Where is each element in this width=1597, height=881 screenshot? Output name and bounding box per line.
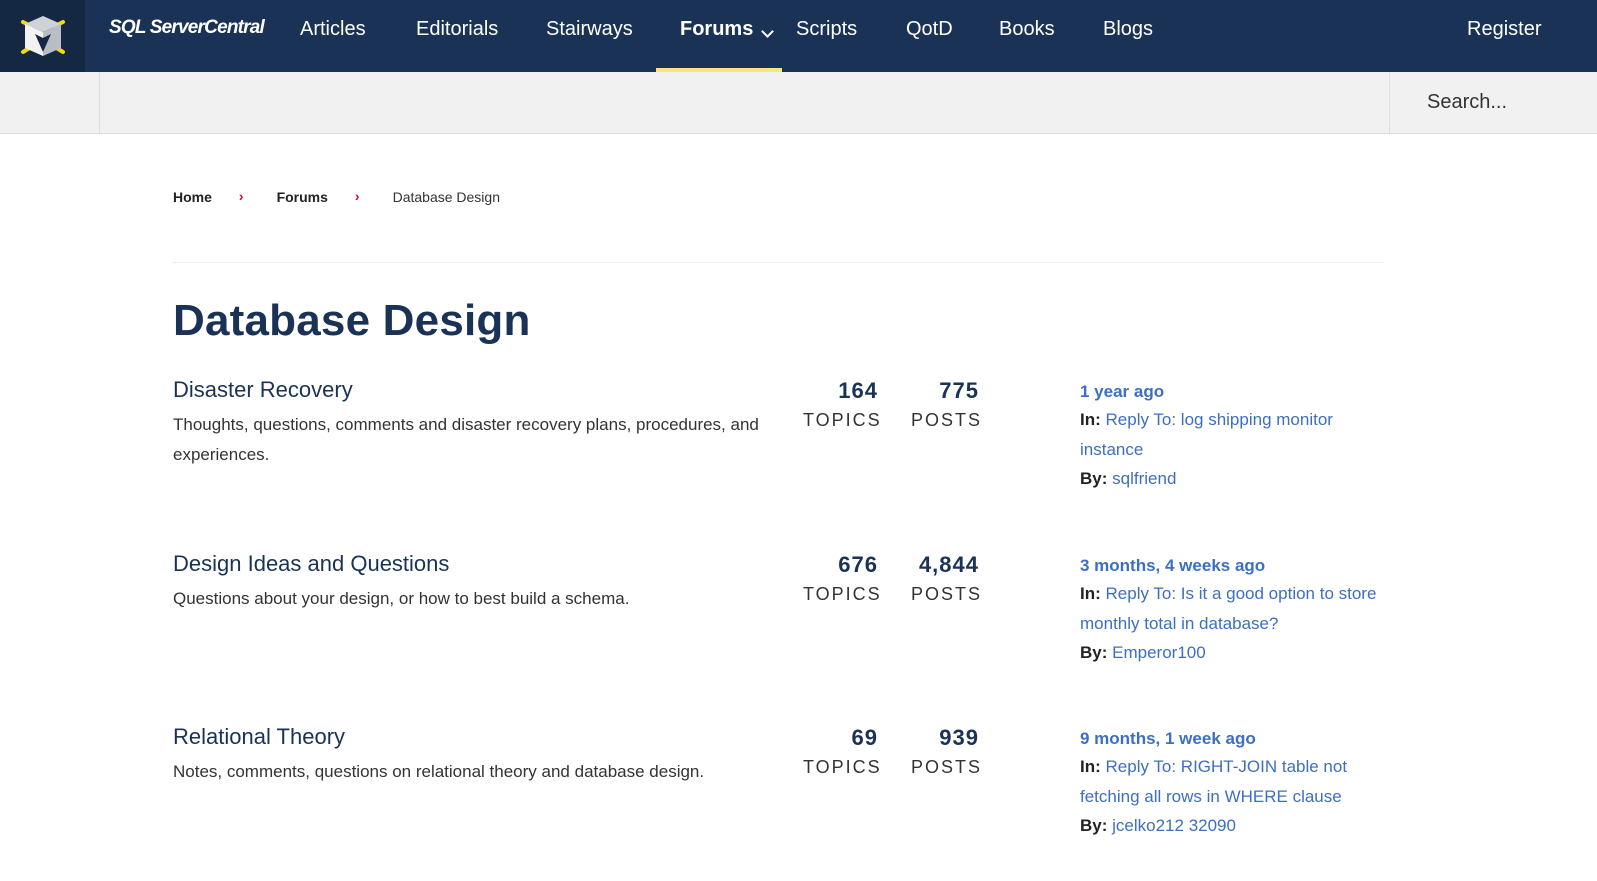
topics-label: TOPICS — [803, 584, 882, 604]
register-link[interactable]: Register — [1467, 0, 1541, 72]
chevron-down-icon — [761, 24, 775, 38]
last-post-author: By: jcelko212 32090 — [1080, 811, 1390, 841]
last-post-time-link[interactable]: 9 months, 1 week ago — [1080, 726, 1390, 752]
cube-logo-icon — [20, 16, 65, 56]
posts-label: POSTS — [911, 584, 983, 604]
last-post-topic: In: Reply To: Is it a good option to sto… — [1080, 579, 1390, 638]
topics-value: 69 — [851, 725, 878, 750]
search-cell[interactable] — [1389, 72, 1597, 133]
topics-label: TOPICS — [803, 757, 882, 777]
last-post: 3 months, 4 weeks ago In: Reply To: Is i… — [1080, 553, 1390, 668]
nav-forums[interactable]: Forums — [655, 0, 783, 72]
last-post-topic: In: Reply To: log shipping monitor insta… — [1080, 405, 1390, 464]
posts-value: 4,844 — [918, 552, 979, 577]
subbar-left-cell — [0, 72, 100, 133]
last-post-topic-link[interactable]: Reply To: Is it a good option to store m… — [1080, 584, 1376, 633]
last-post: 9 months, 1 week ago In: Reply To: RIGHT… — [1080, 726, 1390, 841]
last-post-author: By: sqlfriend — [1080, 464, 1390, 494]
in-label: In: — [1080, 584, 1101, 603]
forum-title-link[interactable]: Disaster Recovery — [173, 377, 353, 403]
forum-title-link[interactable]: Design Ideas and Questions — [173, 551, 449, 577]
divider — [172, 262, 1384, 263]
page-title: Database Design — [173, 296, 531, 345]
nav-qotd[interactable]: QotD — [906, 0, 953, 72]
topics-label: TOPICS — [803, 410, 882, 430]
last-post-author-link[interactable]: Emperor100 — [1112, 643, 1206, 662]
by-label: By: — [1080, 469, 1108, 488]
posts-count: 775 POSTS — [911, 377, 983, 431]
breadcrumb: Home › Forums › Database Design — [173, 188, 500, 205]
in-label: In: — [1080, 410, 1101, 429]
breadcrumb-home[interactable]: Home — [173, 189, 212, 205]
chevron-right-icon: › — [238, 188, 244, 204]
topics-count: 676 TOPICS — [803, 551, 882, 605]
nav-books[interactable]: Books — [999, 0, 1055, 72]
breadcrumb-forums[interactable]: Forums — [277, 189, 328, 205]
in-label: In: — [1080, 757, 1101, 776]
posts-label: POSTS — [911, 410, 983, 430]
posts-count: 939 POSTS — [911, 724, 983, 778]
top-navigation: SQL ServerCentral Articles Editorials St… — [0, 0, 1597, 72]
nav-editorials[interactable]: Editorials — [416, 0, 498, 72]
last-post-topic-link[interactable]: Reply To: log shipping monitor instance — [1080, 410, 1333, 459]
last-post-author-link[interactable]: sqlfriend — [1112, 469, 1176, 488]
last-post: 1 year ago In: Reply To: log shipping mo… — [1080, 379, 1390, 494]
site-brand[interactable]: SQL ServerCentral — [109, 17, 265, 39]
nav-articles[interactable]: Articles — [300, 0, 366, 72]
forum-title-link[interactable]: Relational Theory — [173, 724, 345, 750]
forum-description: Notes, comments, questions on relational… — [173, 762, 705, 781]
breadcrumb-current: Database Design — [392, 189, 500, 205]
search-bar — [0, 72, 1597, 134]
last-post-time-link[interactable]: 1 year ago — [1080, 379, 1390, 405]
last-post-author-link[interactable]: jcelko212 32090 — [1112, 816, 1236, 835]
nav-stairways[interactable]: Stairways — [546, 0, 633, 72]
search-input[interactable] — [1427, 91, 1587, 114]
nav-scripts[interactable]: Scripts — [796, 0, 857, 72]
by-label: By: — [1080, 816, 1108, 835]
by-label: By: — [1080, 643, 1108, 662]
topics-value: 676 — [838, 552, 878, 577]
last-post-topic: In: Reply To: RIGHT-JOIN table not fetch… — [1080, 752, 1390, 811]
posts-label: POSTS — [911, 757, 983, 777]
posts-value: 939 — [939, 725, 979, 750]
last-post-topic-link[interactable]: Reply To: RIGHT-JOIN table not fetching … — [1080, 757, 1347, 806]
forum-description: Thoughts, questions, comments and disast… — [173, 415, 759, 464]
topics-count: 69 TOPICS — [803, 724, 882, 778]
nav-blogs[interactable]: Blogs — [1103, 0, 1153, 72]
last-post-time-link[interactable]: 3 months, 4 weeks ago — [1080, 553, 1390, 579]
topics-value: 164 — [838, 378, 878, 403]
last-post-author: By: Emperor100 — [1080, 638, 1390, 668]
forum-description: Questions about your design, or how to b… — [173, 589, 630, 608]
home-logo-link[interactable] — [0, 0, 85, 72]
topics-count: 164 TOPICS — [803, 377, 882, 431]
chevron-right-icon: › — [354, 188, 360, 204]
posts-count: 4,844 POSTS — [911, 551, 983, 605]
posts-value: 775 — [939, 378, 979, 403]
